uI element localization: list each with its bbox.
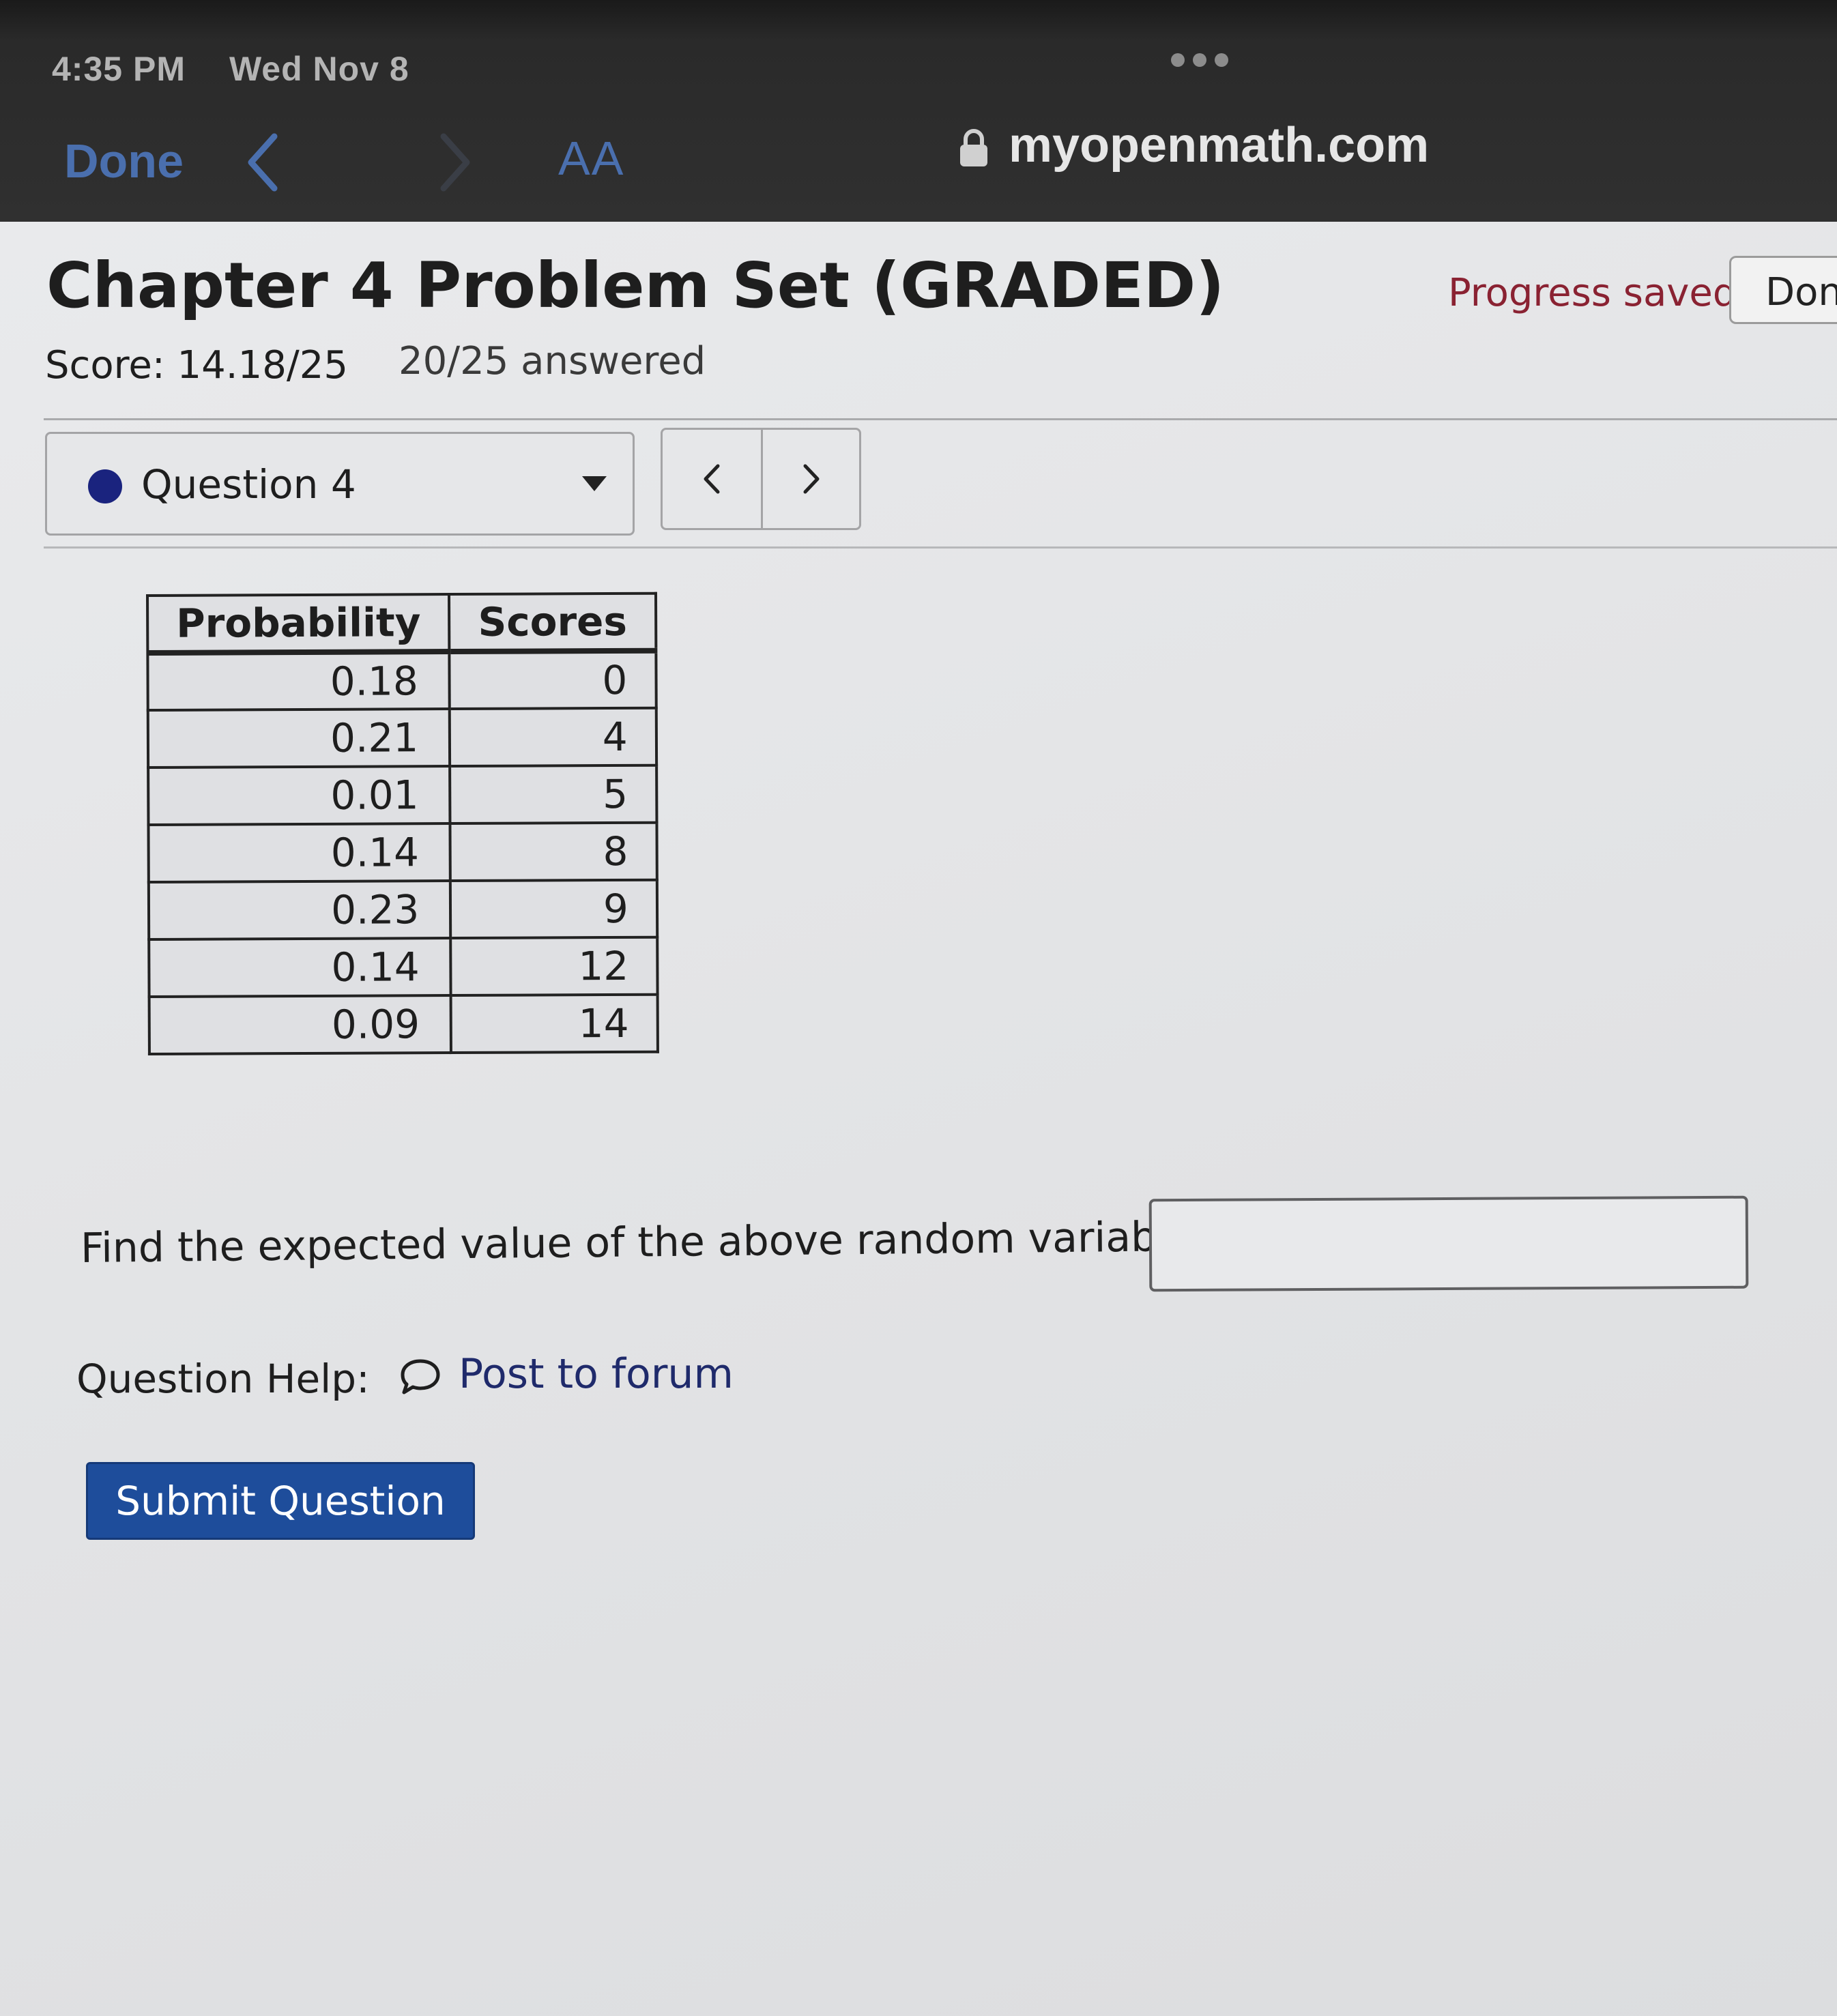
status-time: 4:35 PM (52, 50, 186, 88)
answer-input[interactable] (1148, 1195, 1749, 1292)
probability-cell: 0.14 (149, 938, 451, 997)
reader-mode-button[interactable]: AA (558, 131, 624, 186)
table-row: 0.18 0 (147, 650, 656, 710)
dropdown-arrow-icon (582, 476, 607, 491)
page-content: Chapter 4 Problem Set (GRADED) Progress … (0, 222, 1837, 2016)
table-row: 0.14 8 (148, 822, 657, 882)
previous-question-button[interactable] (663, 430, 761, 528)
score-cell: 12 (450, 937, 658, 996)
table-row: 0.21 4 (147, 707, 656, 768)
next-question-button[interactable] (761, 430, 859, 528)
table-row: 0.01 5 (148, 765, 657, 825)
answered-count: 20/25 answered (399, 339, 706, 383)
score-text: Score: 14.18/25 (45, 343, 348, 388)
browser-chrome: 4:35 PM Wed Nov 8 Done AA myopenmath.com (0, 0, 1837, 222)
question-status-dot-icon (88, 469, 122, 503)
score-cell: 14 (450, 994, 658, 1053)
chevron-left-icon (704, 464, 720, 494)
column-header: Scores (449, 593, 656, 652)
table-header-row: Probability Scores (147, 593, 656, 653)
more-dots-icon[interactable] (1171, 53, 1228, 67)
question-prompt: Find the expected value of the above ran… (80, 1212, 1207, 1272)
probability-cell: 0.18 (147, 652, 450, 710)
page-title: Chapter 4 Problem Set (GRADED) (46, 249, 1225, 322)
question-help-label: Question Help: (76, 1356, 370, 1402)
forward-chevron-icon[interactable] (434, 131, 475, 194)
table-row: 0.09 14 (149, 994, 658, 1054)
assignment-done-button[interactable]: Done (1729, 256, 1837, 324)
progress-status: Progress saved (1448, 271, 1737, 315)
table-row: 0.14 12 (149, 937, 658, 997)
post-to-forum-link[interactable]: Post to forum (459, 1350, 734, 1398)
probability-cell: 0.01 (148, 766, 450, 825)
probability-table: Probability Scores 0.18 0 0.21 4 0.01 5 … (146, 591, 659, 1055)
question-nav-group (661, 428, 861, 530)
score-cell: 4 (450, 707, 656, 767)
url-bar[interactable]: myopenmath.com (1009, 117, 1429, 173)
lock-icon (960, 129, 987, 166)
divider (44, 418, 1837, 420)
speech-bubble-icon[interactable] (399, 1357, 442, 1397)
question-selector[interactable]: Question 4 (45, 432, 635, 536)
probability-cell: 0.21 (147, 709, 450, 768)
question-selector-label: Question 4 (141, 461, 356, 508)
submit-question-button[interactable]: Submit Question (86, 1462, 475, 1540)
status-date: Wed Nov 8 (229, 50, 409, 88)
score-cell: 8 (450, 822, 657, 881)
table-row: 0.23 9 (148, 879, 657, 939)
column-header: Probability (147, 594, 450, 653)
chevron-right-icon (803, 464, 819, 494)
score-cell: 9 (450, 879, 657, 939)
score-cell: 0 (449, 650, 656, 710)
probability-cell: 0.14 (148, 823, 451, 882)
probability-cell: 0.23 (148, 881, 451, 939)
browser-done-button[interactable]: Done (64, 134, 184, 188)
back-chevron-icon[interactable] (243, 131, 284, 194)
divider (44, 546, 1837, 549)
probability-cell: 0.09 (149, 995, 452, 1054)
score-cell: 5 (450, 765, 657, 824)
